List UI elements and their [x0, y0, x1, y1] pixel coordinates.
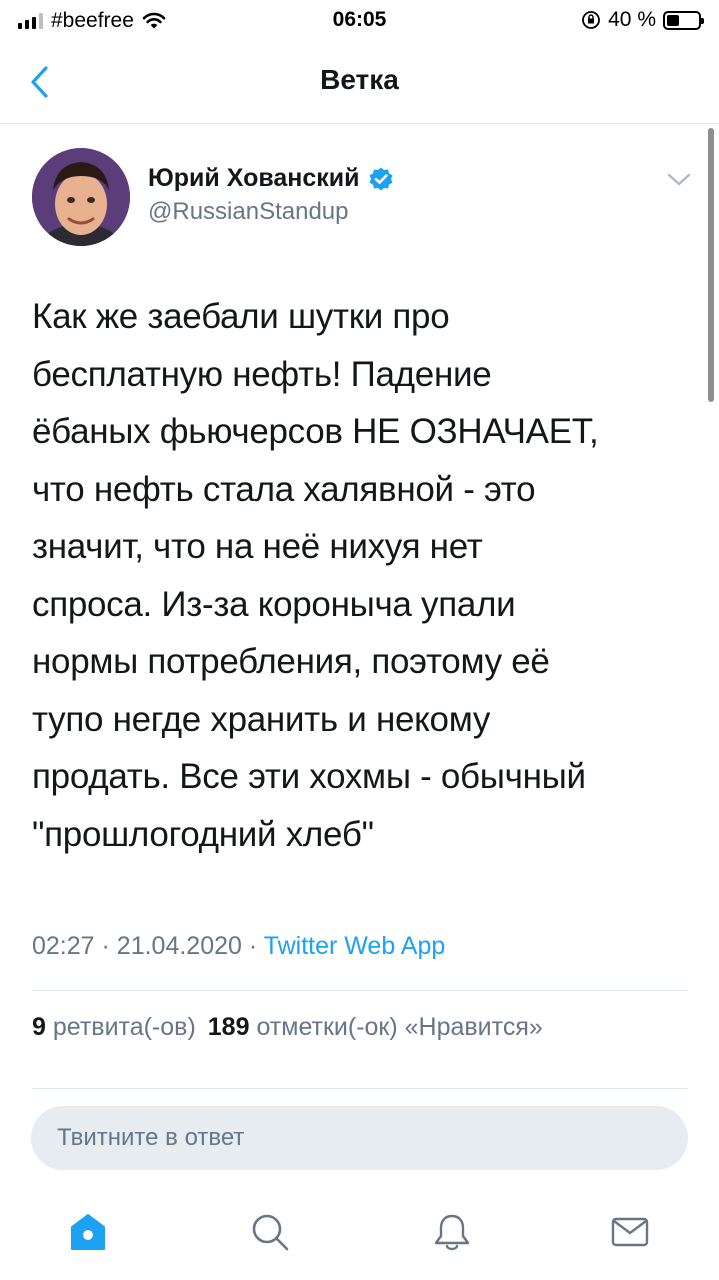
home-icon[interactable]	[66, 1210, 110, 1254]
retweets-stat[interactable]: 9 ретвита(-ов)	[32, 1013, 196, 1042]
battery-icon	[663, 10, 704, 30]
battery-percent: 40 %	[608, 8, 656, 31]
reply-placeholder: Твитните в ответ	[57, 1124, 245, 1151]
likes-count: 189	[207, 1013, 250, 1041]
meta-separator: ·	[248, 932, 258, 960]
author-handle[interactable]: @RussianStandup	[148, 198, 348, 226]
bell-icon[interactable]	[430, 1210, 474, 1254]
meta-separator: ·	[101, 932, 110, 960]
tweet-source-link[interactable]: Twitter Web App	[264, 932, 446, 960]
battery-fill	[667, 14, 679, 26]
tab-bar	[0, 1192, 719, 1280]
search-icon[interactable]	[248, 1210, 292, 1254]
nav-bar: Ветка	[0, 44, 719, 124]
avatar[interactable]	[32, 148, 130, 246]
retweets-count: 9	[32, 1013, 46, 1041]
status-right: 40 %	[581, 8, 704, 32]
tweet-date: 21.04.2020	[116, 932, 242, 960]
tweet-stats: 9 ретвита(-ов) 189 отметки(-ок) «Нравитс…	[32, 1013, 543, 1042]
orientation-lock-icon	[582, 11, 601, 29]
page-title: Ветка	[320, 64, 399, 95]
scrollbar[interactable]	[708, 128, 714, 402]
chevron-down-icon[interactable]	[662, 164, 696, 194]
reply-input[interactable]: Твитните в ответ	[31, 1106, 688, 1170]
status-bar: #beefree 06:05 40 %	[0, 0, 719, 44]
divider	[32, 1088, 688, 1089]
tweet-meta: 02:27 · 21.04.2020 · Twitter Web App	[32, 932, 445, 961]
tweet-text: Как же заебали шутки про бесплатную нефт…	[32, 297, 599, 854]
likes-label: отметки(-ок) «Нравится»	[256, 1013, 543, 1041]
retweets-label: ретвита(-ов)	[52, 1013, 196, 1041]
likes-stat[interactable]: 189 отметки(-ок) «Нравится»	[208, 1013, 543, 1042]
verified-badge-icon	[369, 167, 393, 190]
tweet-time: 02:27	[32, 932, 95, 960]
author-name-row[interactable]: Юрий Хованский	[148, 164, 394, 193]
envelope-icon[interactable]	[608, 1210, 652, 1254]
author-name[interactable]: Юрий Хованский	[148, 164, 360, 193]
divider	[32, 990, 688, 991]
avatar-image	[32, 148, 130, 246]
